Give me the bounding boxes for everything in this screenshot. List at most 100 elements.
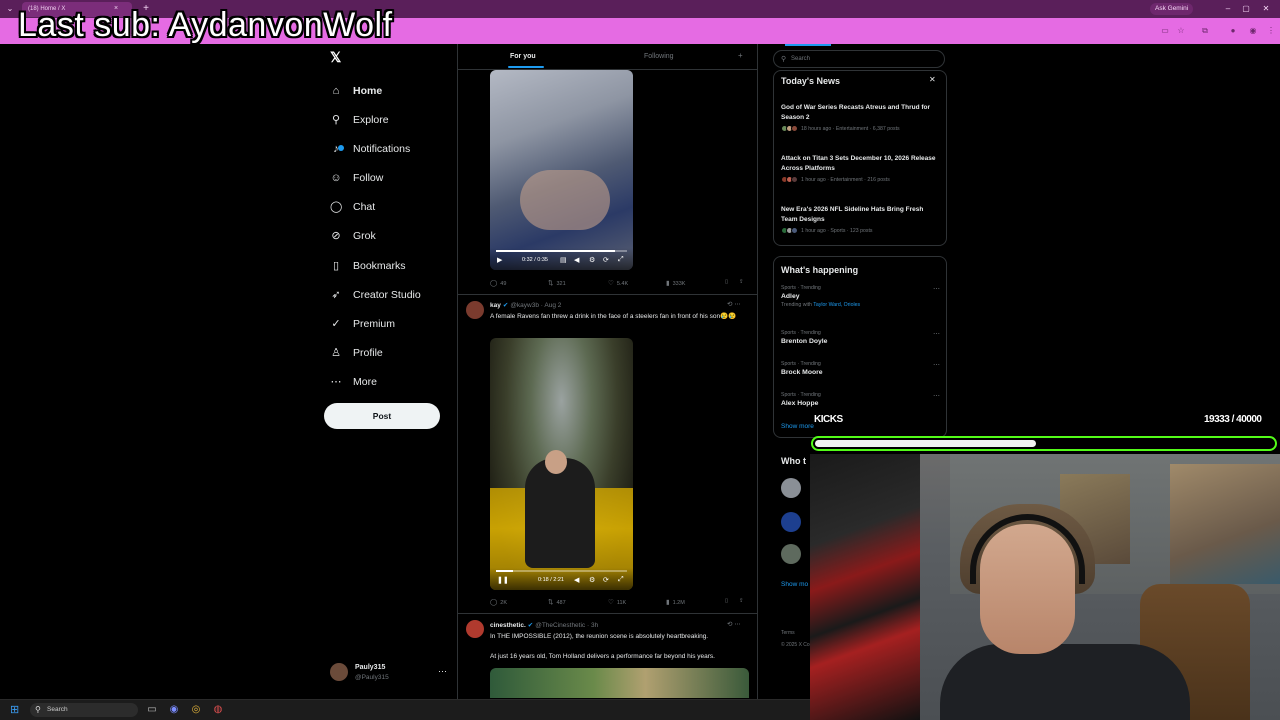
repost-button[interactable]: ⇅ 487 xyxy=(548,598,566,606)
extensions-icon[interactable]: ⧉ xyxy=(1200,26,1210,36)
nav-item-home[interactable]: ⌂ Home xyxy=(330,80,383,102)
nav-item-grok[interactable]: ⊘ Grok xyxy=(330,225,375,247)
like-button[interactable]: ♡ 11K xyxy=(608,598,626,606)
more-dots-icon[interactable]: ⋯ xyxy=(933,285,940,293)
grok-icon: ⊘ xyxy=(331,230,341,242)
reply-button[interactable]: ◯ 49 xyxy=(490,279,506,287)
nav-item-bookmarks[interactable]: ▯ Bookmarks xyxy=(330,255,406,277)
video-progress-bar[interactable] xyxy=(496,250,627,252)
terms-link[interactable]: Terms xyxy=(781,630,795,636)
fullscreen-icon[interactable]: ⤢ xyxy=(618,256,624,264)
tweet-video-1[interactable]: ▶ 0:32 / 0:35 ▤ ◀ ⚙ ⟳ ⤢ xyxy=(490,70,633,270)
add-tab-icon[interactable]: + xyxy=(738,51,743,60)
avatar[interactable] xyxy=(466,301,484,319)
loop-icon[interactable]: ⟳ xyxy=(603,576,609,584)
nav-item-follow[interactable]: ☺ Follow xyxy=(330,167,383,189)
tweet-text: At just 16 years old, Tom Holland delive… xyxy=(490,653,715,660)
trend-item[interactable]: Sports · Trending Alex Hoppe ⋯ xyxy=(781,392,941,407)
x-logo-icon[interactable]: 𝕏 xyxy=(330,50,344,64)
avatar[interactable] xyxy=(466,620,484,638)
avatar[interactable] xyxy=(781,478,801,498)
file-explorer-icon[interactable]: ▭ xyxy=(146,704,158,716)
author-name[interactable]: cinesthetic. xyxy=(490,622,526,629)
news-item[interactable]: God of War Series Recasts Atreus and Thr… xyxy=(781,103,941,132)
views-button[interactable]: ▮ 1.2M xyxy=(666,598,685,606)
volume-icon[interactable]: ◀ xyxy=(574,256,579,264)
author-handle[interactable]: @kayw3b · Aug 2 xyxy=(510,302,561,309)
grok-and-more-icon[interactable]: ⟲ ⋯ xyxy=(727,620,741,628)
minimize-icon[interactable]: – xyxy=(1222,3,1234,15)
nav-item-premium[interactable]: ✓ Premium xyxy=(330,313,395,335)
discord-icon[interactable]: ◉ xyxy=(168,704,180,716)
show-more-link[interactable]: Show mo xyxy=(781,581,808,588)
nav-item-notifications[interactable]: ♪ Notifications xyxy=(330,138,410,160)
chrome-icon[interactable]: ◎ xyxy=(190,704,202,716)
nav-item-creator-studio[interactable]: ➶ Creator Studio xyxy=(330,284,420,306)
account-switcher[interactable]: Pauly315 @Pauly315 ⋯ xyxy=(330,662,450,684)
trend-item[interactable]: Sports · Trending Brock Moore ⋯ xyxy=(781,361,941,376)
tweet-video-2[interactable]: ❚❚ 0:18 / 2:21 ◀ ⚙ ⟳ ⤢ xyxy=(490,338,633,590)
fullscreen-icon[interactable]: ⤢ xyxy=(618,576,624,584)
play-icon[interactable]: ▶ xyxy=(497,256,502,264)
more-dots-icon[interactable]: ⋯ xyxy=(933,330,940,338)
trend-item[interactable]: Sports · Trending Brenton Doyle ⋯ xyxy=(781,330,941,345)
author-handle[interactable]: @TheCinesthetic · 3h xyxy=(535,622,598,629)
ask-gemini-button[interactable]: Ask Gemini xyxy=(1150,3,1194,15)
close-icon[interactable]: ✕ xyxy=(929,75,936,84)
search-icon: ⚲ xyxy=(35,705,41,714)
menu-dots-icon[interactable]: ⋮ xyxy=(1266,26,1276,36)
more-dots-icon[interactable]: ⋯ xyxy=(933,361,940,369)
nav-item-chat[interactable]: ◯ Chat xyxy=(330,196,375,218)
repost-button[interactable]: ⇅ 321 xyxy=(548,279,566,287)
tab-following[interactable]: Following xyxy=(644,53,674,60)
install-icon[interactable]: ▭ xyxy=(1160,26,1170,36)
share-icon[interactable]: ⇪ xyxy=(739,279,744,285)
todays-news-panel: Today's News ✕ God of War Series Recasts… xyxy=(773,70,947,246)
like-button[interactable]: ♡ 5.4K xyxy=(608,279,628,287)
pause-icon[interactable]: ❚❚ xyxy=(497,576,509,584)
grok-and-more-icon[interactable]: ⟲ ⋯ xyxy=(727,300,741,308)
news-item[interactable]: New Era's 2026 NFL Sideline Hats Bring F… xyxy=(781,205,941,234)
more-dots-icon[interactable]: ⋯ xyxy=(438,666,447,677)
reply-button[interactable]: ◯ 2K xyxy=(490,598,507,606)
bookmark-button[interactable]: ▯ xyxy=(725,279,728,285)
search-input[interactable]: ⚲ Search xyxy=(773,50,945,68)
captions-icon[interactable]: ▤ xyxy=(560,256,567,264)
more-dots-icon[interactable]: ⋯ xyxy=(933,392,940,400)
news-item[interactable]: Attack on Titan 3 Sets December 10, 2026… xyxy=(781,154,941,183)
trend-item[interactable]: Sports · Trending Adley Trending with Tayl… xyxy=(781,285,941,308)
nav-item-profile[interactable]: ♙ Profile xyxy=(330,342,383,364)
profile-extension-icon[interactable]: ◉ xyxy=(1248,26,1258,36)
settings-icon[interactable]: ⚙ xyxy=(589,256,595,264)
webcam-overlay xyxy=(810,454,1280,720)
share-icon[interactable]: ⇪ xyxy=(739,598,744,604)
taskbar-search[interactable]: ⚲ Search xyxy=(30,703,138,717)
repost-count: 487 xyxy=(556,600,566,606)
avatar[interactable] xyxy=(781,512,801,532)
news-meta: 1 hour ago · Entertainment · 216 posts xyxy=(781,176,941,183)
video-progress-bar[interactable] xyxy=(496,570,627,572)
tab-for-you[interactable]: For you xyxy=(510,53,536,60)
volume-icon[interactable]: ◀ xyxy=(574,576,579,584)
views-button[interactable]: ▮ 333K xyxy=(666,279,685,287)
trend-context-links[interactable]: Taylor Ward, Orioles xyxy=(813,302,860,308)
nav-item-explore[interactable]: ⚲ Explore xyxy=(330,109,389,131)
avatar[interactable] xyxy=(781,544,801,564)
app-icon[interactable]: ◍ xyxy=(212,704,224,716)
video-frame xyxy=(520,170,610,230)
windows-start-icon[interactable]: ⊞ xyxy=(10,704,22,716)
bookmark-button[interactable]: ▯ xyxy=(725,598,728,604)
profile-avatar-icon[interactable]: ● xyxy=(1228,26,1238,36)
close-window-icon[interactable]: ✕ xyxy=(1260,3,1272,15)
nav-item-more[interactable]: ⋯ More xyxy=(330,371,377,393)
author-name[interactable]: kay xyxy=(490,302,501,309)
loop-icon[interactable]: ⟳ xyxy=(603,256,609,264)
maximize-icon[interactable]: ▢ xyxy=(1240,3,1252,15)
trend-name: Adley xyxy=(781,293,800,300)
show-more-link[interactable]: Show more xyxy=(781,423,814,430)
settings-icon[interactable]: ⚙ xyxy=(589,576,595,584)
post-button[interactable]: Post xyxy=(324,403,440,429)
tweet-image-3[interactable] xyxy=(490,668,749,698)
bookmark-star-icon[interactable]: ☆ xyxy=(1176,26,1186,36)
tab-menu-icon[interactable]: ⌄ xyxy=(4,3,16,15)
